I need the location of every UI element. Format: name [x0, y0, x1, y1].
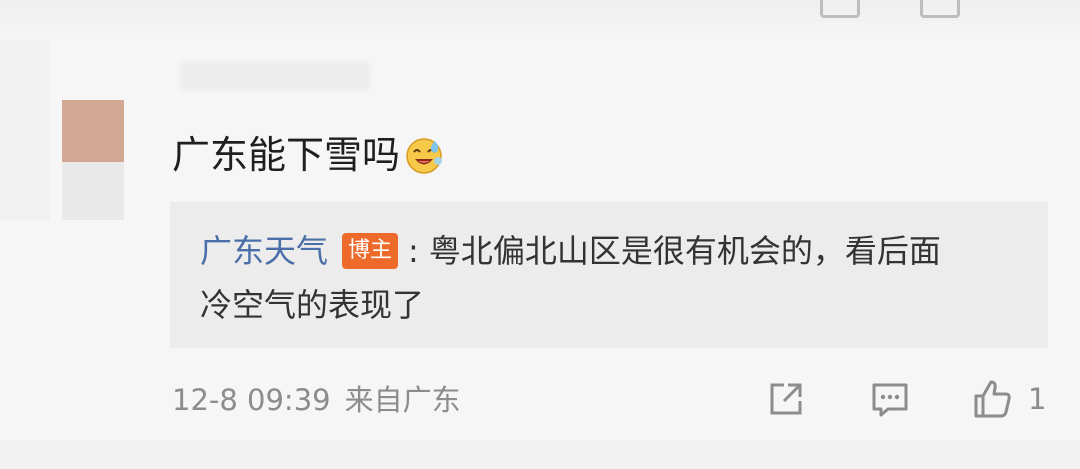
- thumbs-up-icon: [974, 380, 1011, 418]
- reply-box[interactable]: 广东天气 博主 : 粤北偏北山区是很有机会的，看后面 冷空气的表现了: [170, 202, 1048, 348]
- comment-icon: [872, 383, 908, 417]
- comment-button[interactable]: [870, 376, 910, 422]
- like-count: 1: [1028, 382, 1047, 416]
- source-location: 来自广东: [344, 383, 461, 417]
- reply-author-link[interactable]: 广东天气: [200, 226, 328, 276]
- blur-region: [0, 40, 50, 220]
- share-button[interactable]: [766, 376, 806, 422]
- comment-text: 广东能下雪吗: [172, 133, 401, 177]
- reply-text-line1: 粤北偏北山区是很有机会的，看后面: [428, 232, 941, 270]
- username-blurred: [180, 62, 370, 90]
- comment-icon: [820, 0, 860, 18]
- previous-comment-actions: [780, 0, 1040, 18]
- reply-separator: :: [408, 232, 419, 270]
- timestamp: 12-8 09:39: [172, 383, 331, 417]
- avatar[interactable]: [62, 100, 124, 162]
- comment-body: 广东能下雪吗: [172, 130, 444, 180]
- next-comment-divider: [0, 440, 1080, 469]
- share-icon: [770, 383, 802, 415]
- avatar-blurred-part: [62, 162, 124, 220]
- thumbs-up-icon: [920, 0, 960, 18]
- like-button[interactable]: 1: [972, 376, 1052, 422]
- reply-text-line2: 冷空气的表现了: [200, 286, 425, 324]
- author-badge: 博主: [342, 233, 399, 269]
- laughing-sweat-emoji-icon: [404, 135, 444, 175]
- reply-first-line: 广东天气 博主 : 粤北偏北山区是很有机会的，看后面: [200, 226, 941, 276]
- comment-meta: 12-8 09:39 来自广东: [172, 375, 461, 425]
